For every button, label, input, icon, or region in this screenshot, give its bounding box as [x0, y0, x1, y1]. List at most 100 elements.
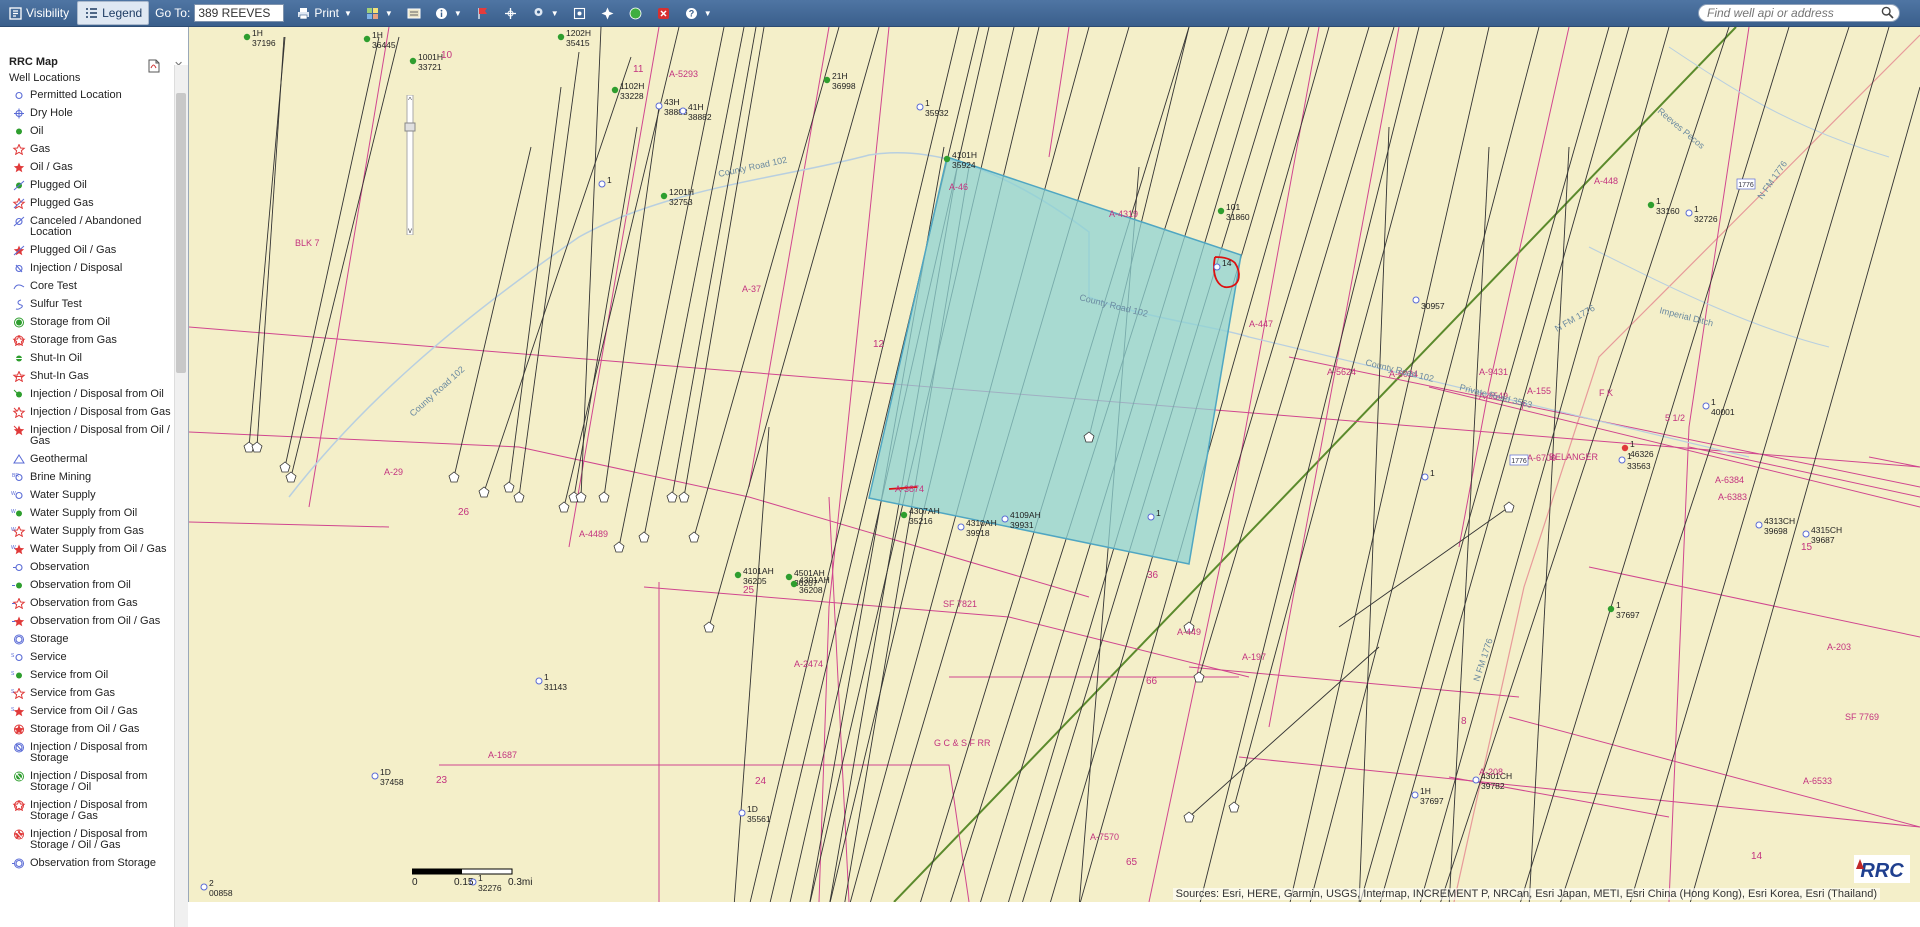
- measure-button[interactable]: ▼: [526, 2, 565, 24]
- well-number-label: 31143: [544, 682, 567, 692]
- flag-button[interactable]: [470, 2, 496, 24]
- wellbore-line: [1289, 27, 1490, 902]
- storage-oil-icon: [8, 317, 30, 328]
- survey-label: A-1687: [488, 750, 517, 760]
- help-icon: ?: [685, 6, 699, 20]
- obs-oil-gas-icon: [8, 616, 30, 627]
- section-label: 10: [441, 50, 453, 61]
- compass-icon: [601, 6, 615, 20]
- well-symbol: [200, 883, 208, 891]
- well-symbol: [1421, 473, 1429, 481]
- wellbore-line: [683, 27, 765, 498]
- well-api-label: 2: [209, 878, 214, 888]
- legend-item-inj-storage-gas: Injection / Disposal from Storage / Gas: [8, 797, 176, 826]
- legend-scroll-thumb[interactable]: [176, 93, 186, 373]
- well-api-label: 1: [1616, 600, 1621, 610]
- selected-tract[interactable]: [868, 156, 1242, 565]
- goto-input[interactable]: [194, 4, 285, 22]
- well-api-label: 1: [1630, 439, 1635, 449]
- legend-item-plugged-gas: Plugged Gas: [8, 195, 176, 213]
- survey-label: A-5624: [1327, 367, 1356, 377]
- legend-item-label: Injection / Disposal from Gas: [30, 406, 171, 418]
- flag-icon: [476, 6, 490, 20]
- legend-item-label: Shut-In Gas: [30, 370, 89, 382]
- svg-text:S: S: [11, 707, 15, 713]
- survey-line: [1428, 386, 1920, 508]
- scale-bar: 0 0.15 0.3mi: [411, 867, 552, 896]
- legend-item-label: Water Supply from Gas: [30, 525, 144, 537]
- obs-storage-icon: [8, 858, 30, 869]
- section-label: 15: [1801, 542, 1813, 553]
- info-button[interactable]: ▼: [429, 2, 468, 24]
- section-label: 24: [755, 776, 767, 787]
- map-view[interactable]: 1H 37196 1H 36445 1001H 33721 1202H 35415 1102H 3…: [189, 27, 1920, 902]
- well-number-label: 30957: [1421, 301, 1445, 311]
- pdf-icon[interactable]: [148, 59, 160, 78]
- scale-label-0: 0: [412, 877, 418, 888]
- svg-text:S: S: [11, 653, 15, 659]
- survey-label: A-197: [1242, 652, 1266, 662]
- legend-item-label: Permitted Location: [30, 89, 122, 101]
- well-search-input[interactable]: [1698, 4, 1900, 22]
- scale-label-1: 0.15: [454, 877, 474, 888]
- wellbore-line: [580, 27, 602, 498]
- basemap-button[interactable]: ▼: [360, 2, 399, 24]
- print-button[interactable]: Print ▼: [290, 2, 358, 24]
- well-api-label: 101: [1226, 202, 1240, 212]
- legend-item-label: Storage: [30, 633, 69, 645]
- well-api-label: 4101AH: [743, 566, 774, 576]
- well-symbol: [679, 107, 687, 115]
- legend-item-label: Oil / Gas: [30, 161, 73, 173]
- well-symbol: [943, 155, 951, 163]
- search-icon[interactable]: [1881, 6, 1894, 22]
- survey-label: A-2474: [794, 659, 823, 669]
- zoom-slider[interactable]: ^ v: [404, 94, 416, 236]
- printer-icon: [296, 6, 310, 20]
- legend-item-label: Injection / Disposal from Oil / Gas: [30, 424, 170, 447]
- pan-button[interactable]: [498, 2, 524, 24]
- legend-item-label: Observation from Storage: [30, 857, 156, 869]
- water-oil-icon: W: [8, 508, 30, 519]
- clear-button[interactable]: [651, 2, 677, 24]
- survey-label: SF 7821: [943, 599, 977, 609]
- well-number-label: 36208: [799, 585, 823, 595]
- well-number-label: 39782: [1481, 781, 1505, 791]
- legend-panel: ✕ RRC Map Well Locations Permitted Locat…: [0, 27, 189, 927]
- legend-item-obs-storage: Observation from Storage: [8, 855, 176, 873]
- zoom-extent-button[interactable]: [567, 2, 593, 24]
- legend-item-inj-storage: Injection / Disposal from Storage: [8, 739, 176, 768]
- well-bottom-hole: [478, 486, 490, 498]
- well-number-label: 35216: [909, 516, 933, 526]
- legend-item-core: Core Test: [8, 278, 176, 296]
- map-canvas[interactable]: 1H371961H364451001H337211202H354151102H3…: [189, 27, 1920, 902]
- legend-item-label: Service from Oil: [30, 669, 109, 681]
- section-label: 26: [458, 507, 470, 518]
- legend-item-storage: Storage: [8, 631, 176, 649]
- legend-item-storage-oil-gas: Storage from Oil / Gas: [8, 721, 176, 739]
- svg-text:W: W: [11, 491, 16, 497]
- go-button[interactable]: [623, 2, 649, 24]
- well-number-label: 37697: [1616, 610, 1640, 620]
- well-api-label: 1D: [380, 767, 391, 777]
- legend-button[interactable]: Legend: [77, 1, 150, 25]
- well-number-label: 31860: [1226, 212, 1250, 222]
- well-symbol: [1618, 456, 1626, 464]
- layers-button[interactable]: [401, 2, 427, 24]
- well-number-label: 33721: [418, 62, 442, 72]
- compass-button[interactable]: [595, 2, 621, 24]
- road-label: Reeves Pecos: [1656, 106, 1707, 151]
- legend-scrollbar[interactable]: [174, 65, 188, 927]
- legend-item-label: Storage from Oil: [30, 316, 111, 328]
- well-number-label: 32726: [1694, 214, 1718, 224]
- well-symbol: [1685, 209, 1693, 217]
- legend-list-icon: [84, 6, 98, 20]
- well-api-label: 4310AH: [966, 518, 997, 528]
- visibility-button[interactable]: Visibility: [2, 2, 75, 24]
- well-api-label: 1H: [1420, 786, 1431, 796]
- survey-label: A-9431: [1479, 367, 1508, 377]
- survey-label: A-5293: [669, 69, 698, 79]
- legend-item-service-gas: S Service from Gas: [8, 685, 176, 703]
- well-api-label: 1H: [372, 30, 383, 40]
- help-button[interactable]: ? ▼: [679, 2, 718, 24]
- legend-item-label: Oil: [30, 125, 44, 137]
